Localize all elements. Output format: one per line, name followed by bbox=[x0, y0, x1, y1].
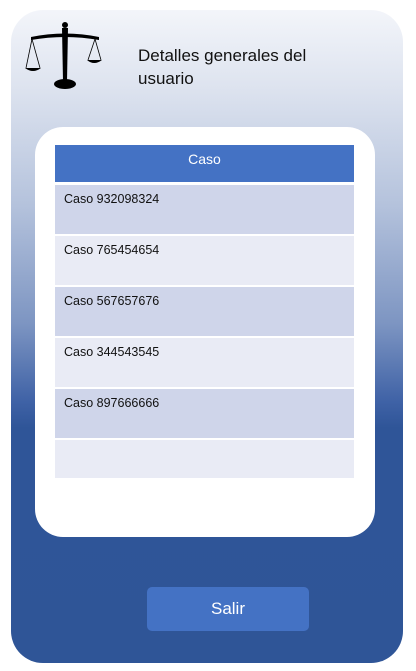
case-table: Caso Caso 932098324 Caso 765454654 Caso … bbox=[55, 145, 354, 480]
table-row[interactable]: Caso 765454654 bbox=[55, 236, 354, 287]
table-row[interactable]: Caso 344543545 bbox=[55, 338, 354, 389]
case-list-card: Caso Caso 932098324 Caso 765454654 Caso … bbox=[35, 127, 375, 537]
app-screen: Detalles generales del usuario Caso Caso… bbox=[11, 10, 403, 663]
table-header-caso: Caso bbox=[55, 145, 354, 185]
scales-of-justice-icon bbox=[25, 21, 103, 91]
table-row[interactable]: Caso 897666666 bbox=[55, 389, 354, 440]
table-row[interactable]: Caso 932098324 bbox=[55, 185, 354, 236]
page-title: Detalles generales del usuario bbox=[138, 46, 307, 88]
table-row[interactable] bbox=[55, 440, 354, 480]
table-row[interactable]: Caso 567657676 bbox=[55, 287, 354, 338]
exit-button[interactable]: Salir bbox=[147, 587, 309, 631]
